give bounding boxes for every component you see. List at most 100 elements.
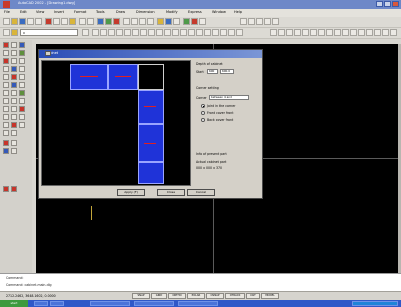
tool-icon[interactable] [294,29,301,36]
stretch-icon[interactable] [11,106,17,112]
fillet-icon[interactable] [3,122,9,128]
xline-icon[interactable] [11,42,17,48]
corner-select[interactable]: between 4 and [209,95,249,100]
tool-icon[interactable] [164,29,171,36]
lwt-toggle[interactable]: LWT [246,293,260,299]
tool-icon[interactable] [326,29,333,36]
array-icon[interactable] [19,74,25,80]
design-center-icon[interactable] [165,18,172,25]
cancel-button[interactable]: Cancel [187,189,215,196]
tool-icon[interactable] [172,29,179,36]
menu-draw[interactable]: Draw [116,10,125,14]
dialog-close-icon[interactable] [45,51,51,56]
tool-icon[interactable] [278,29,285,36]
tool-icon[interactable] [196,29,203,36]
point-icon[interactable] [3,90,9,96]
scale-icon[interactable] [19,98,25,104]
match-properties-icon[interactable] [69,18,76,25]
osnap-icon[interactable] [105,18,112,25]
tool-icon[interactable] [358,29,365,36]
rectangle-icon[interactable] [3,58,9,64]
offset-icon[interactable] [19,66,25,72]
cabinet-preview[interactable] [41,60,191,186]
express-tool-icon[interactable] [240,18,247,25]
tool-icon[interactable] [270,29,277,36]
tool-icon[interactable] [180,29,187,36]
tool-icon[interactable] [342,29,349,36]
move-icon[interactable] [19,82,25,88]
express-tool-icon[interactable] [248,18,255,25]
ortho-toggle[interactable]: ORTHO [168,293,186,299]
copy-icon[interactable] [53,18,60,25]
menu-file[interactable]: File [4,10,10,14]
minimize-icon[interactable] [376,1,383,7]
area-icon[interactable] [11,130,17,136]
tool-icon[interactable] [204,29,211,36]
print-icon[interactable] [27,18,34,25]
tool-icon[interactable] [390,29,397,36]
tool-icon[interactable] [212,29,219,36]
express-tool-icon[interactable] [256,18,263,25]
hatch-icon[interactable] [11,90,17,96]
tool-icon[interactable] [100,29,107,36]
join-icon[interactable] [19,122,25,128]
layers-icon[interactable] [3,29,10,36]
tool-icon[interactable] [140,29,147,36]
ucs-icon[interactable] [113,18,120,25]
tool-icon[interactable] [228,29,235,36]
region-icon[interactable] [3,98,9,104]
menu-tools[interactable]: Tools [96,10,105,14]
redo-icon[interactable] [87,18,94,25]
express-tool-icon[interactable] [264,18,271,25]
help-icon[interactable] [199,18,206,25]
depth-input-2[interactable]: 600.0 [220,69,234,74]
radio-joint-corner[interactable] [201,104,205,108]
preview-icon[interactable] [35,18,42,25]
taskbar-app[interactable] [90,301,130,306]
start-button[interactable]: start [0,300,28,307]
otrack-toggle[interactable]: OTRACK [225,293,245,299]
insert-block-icon[interactable] [3,82,9,88]
menu-window[interactable]: Window [212,10,226,14]
command-line[interactable]: Command: Command: cabinet-main-dlg [0,273,401,292]
tool-icon[interactable] [350,29,357,36]
menu-edit[interactable]: Edit [20,10,27,14]
tool-icon[interactable] [236,29,243,36]
tool-icon[interactable] [220,29,227,36]
tool-icon[interactable] [92,29,99,36]
custom-tool-icon[interactable] [11,140,17,146]
layer-state-icon[interactable] [11,29,18,36]
tool-icon[interactable] [310,29,317,36]
osnap-toggle[interactable]: OSNAP [206,293,224,299]
polygon-icon[interactable] [11,50,17,56]
circle-icon[interactable] [3,66,9,72]
dialog-title-bar[interactable]: Cabinet [39,50,262,58]
line-icon[interactable] [3,42,9,48]
extend-icon[interactable] [3,114,9,120]
copy-object-icon[interactable] [19,50,25,56]
trim-icon[interactable] [19,106,25,112]
grid-toggle[interactable]: GRID [151,293,167,299]
apply-button[interactable]: Apply (F) [117,189,145,196]
polyline-icon[interactable] [3,50,9,56]
open-icon[interactable] [11,18,18,25]
rotate-icon[interactable] [19,90,25,96]
pan-icon[interactable] [123,18,130,25]
explode-icon[interactable] [11,122,17,128]
polar-toggle[interactable]: POLAR [187,293,205,299]
spline-icon[interactable] [3,74,9,80]
taskbar-app[interactable] [50,301,64,306]
tool-icon[interactable] [334,29,341,36]
custom-tool-icon[interactable] [11,148,17,154]
menu-help[interactable]: Help [234,10,242,14]
save-icon[interactable] [19,18,26,25]
chamfer-icon[interactable] [19,114,25,120]
tool-icon[interactable] [374,29,381,36]
custom-tool-icon[interactable] [3,186,9,192]
menu-modify[interactable]: Modify [166,10,178,14]
new-icon[interactable] [3,18,10,25]
taskbar-app[interactable] [34,301,48,306]
ellipse-icon[interactable] [11,74,17,80]
taskbar-app[interactable] [178,301,218,306]
menu-insert[interactable]: Insert [54,10,64,14]
